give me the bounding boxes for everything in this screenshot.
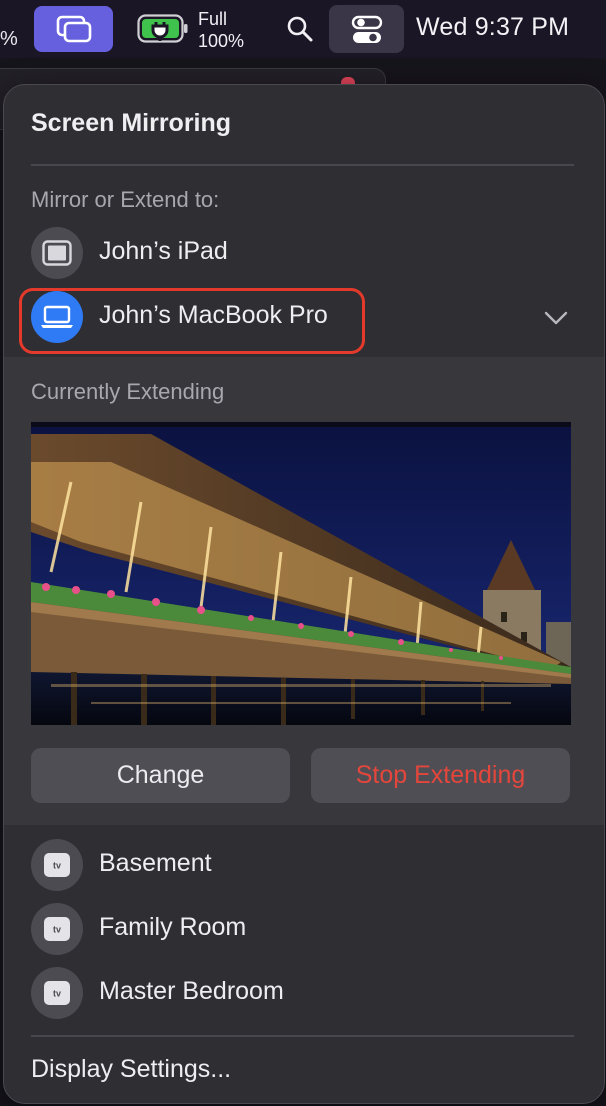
apple-tv-icon: tv <box>44 917 70 941</box>
battery-status-line1: Full <box>198 9 228 29</box>
device-icon-circle: tv <box>31 903 83 955</box>
display-preview <box>31 422 571 725</box>
device-label-family-room: Family Room <box>99 913 247 941</box>
ipad-icon <box>42 240 72 266</box>
display-settings-link[interactable]: Display Settings... <box>31 1055 231 1084</box>
divider <box>31 1035 574 1037</box>
change-button[interactable]: Change <box>31 748 290 803</box>
apple-tv-icon: tv <box>44 981 70 1005</box>
currently-extending-section: Currently Extending Change Stop Extendin… <box>4 357 604 825</box>
search-icon[interactable] <box>286 15 314 43</box>
device-label-basement: Basement <box>99 849 212 877</box>
divider <box>31 164 574 166</box>
screen-mirroring-icon <box>56 15 92 43</box>
device-icon-circle: tv <box>31 967 83 1019</box>
device-label-master-bedroom: Master Bedroom <box>99 977 284 1005</box>
mirror-extend-label: Mirror or Extend to: <box>31 187 220 212</box>
device-label-ipad: John’s iPad <box>99 237 228 265</box>
chevron-down-icon[interactable] <box>543 310 569 326</box>
battery-status: Full 100% <box>198 8 244 52</box>
menubar-clock[interactable]: Wed 9:37 PM <box>416 13 569 42</box>
battery-charging-icon[interactable] <box>137 14 189 44</box>
apple-tv-badge: tv <box>53 861 61 871</box>
display-preview-image <box>31 422 571 725</box>
device-row-master-bedroom[interactable]: tv Master Bedroom <box>4 963 604 1023</box>
device-icon-circle <box>31 227 83 279</box>
apple-tv-icon: tv <box>44 853 70 877</box>
control-center-button[interactable] <box>329 5 404 53</box>
currently-extending-label: Currently Extending <box>31 379 225 404</box>
device-row-ipad[interactable]: John’s iPad <box>4 223 604 283</box>
screen-mirroring-panel: Screen Mirroring Mirror or Extend to: Jo… <box>3 84 605 1104</box>
battery-status-line2: 100% <box>198 31 245 51</box>
apple-tv-badge: tv <box>53 989 61 999</box>
apple-tv-badge: tv <box>53 925 61 935</box>
menubar-percent-fragment: % <box>0 28 18 50</box>
device-row-basement[interactable]: tv Basement <box>4 835 604 895</box>
panel-title: Screen Mirroring <box>31 109 232 137</box>
menu-bar: % Full 100% Wed 9:37 PM <box>0 0 606 58</box>
control-center-icon <box>351 15 383 43</box>
screen-mirroring-menu-button[interactable] <box>34 6 113 52</box>
device-icon-circle: tv <box>31 839 83 891</box>
selection-highlight <box>19 288 365 354</box>
device-row-family-room[interactable]: tv Family Room <box>4 899 604 959</box>
stop-extending-button[interactable]: Stop Extending <box>311 748 570 803</box>
